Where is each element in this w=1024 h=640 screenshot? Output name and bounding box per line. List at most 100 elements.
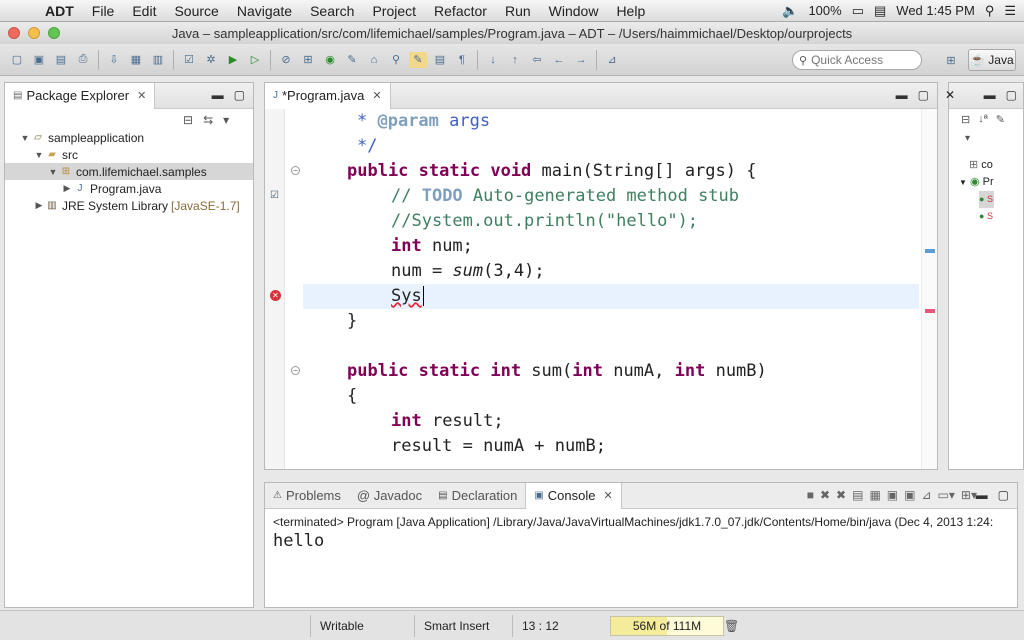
- menu-source[interactable]: Source: [165, 3, 227, 19]
- hide-fields-icon[interactable]: ✎: [996, 113, 1005, 126]
- outline-item-method[interactable]: ● S: [979, 208, 994, 225]
- clear-console-icon[interactable]: ▤: [852, 488, 863, 502]
- minimize-window-button[interactable]: [28, 27, 40, 39]
- new-class-icon[interactable]: ◉: [321, 52, 339, 68]
- maximize-icon[interactable]: ▢: [918, 88, 929, 102]
- tree-item-project[interactable]: ▼ ▱ sampleapplication: [5, 129, 253, 146]
- battery-icon[interactable]: ▭: [852, 3, 864, 19]
- tree-item-jre[interactable]: ▶ ▥ JRE System Library [JavaSE-1.7]: [5, 197, 253, 214]
- expand-twisty-icon[interactable]: ▼: [33, 150, 45, 160]
- checkbox-icon[interactable]: ☑: [180, 52, 198, 68]
- outline-item-class[interactable]: ▼ ◉ Pr: [959, 174, 994, 191]
- close-window-button[interactable]: [8, 27, 20, 39]
- view-menu-icon[interactable]: ▾: [223, 113, 229, 127]
- minimize-icon[interactable]: ▬: [984, 88, 996, 102]
- last-edit-icon[interactable]: ⇦: [528, 52, 546, 68]
- error-marker[interactable]: [925, 309, 935, 313]
- expand-twisty-icon[interactable]: ▼: [47, 167, 59, 177]
- tree-item-src[interactable]: ▼ ▰ src: [5, 146, 253, 163]
- pin-icon[interactable]: ⊿: [603, 52, 621, 68]
- avd-manager-icon[interactable]: ▥: [149, 52, 167, 68]
- tab-program-java[interactable]: J *Program.java ✕: [265, 82, 391, 109]
- debug-icon[interactable]: ✲: [202, 52, 220, 68]
- maximize-icon[interactable]: ▢: [1006, 88, 1017, 102]
- menu-refactor[interactable]: Refactor: [425, 3, 496, 19]
- trash-icon[interactable]: 🗑: [724, 619, 739, 633]
- tree-item-program-java[interactable]: ▶ J Program.java: [5, 180, 253, 197]
- tab-problems[interactable]: ⚠ Problems: [265, 483, 349, 509]
- new-package-icon[interactable]: ⊞: [299, 52, 317, 68]
- terminate-icon[interactable]: ■: [807, 488, 814, 502]
- close-icon[interactable]: ✕: [604, 489, 613, 502]
- close-icon[interactable]: ✕: [372, 89, 381, 102]
- flag-icon[interactable]: ▤: [874, 3, 886, 19]
- skip-breakpoints-icon[interactable]: ⊘: [277, 52, 295, 68]
- scroll-lock-icon[interactable]: ▦: [869, 488, 880, 502]
- menu-clock[interactable]: Wed 1:45 PM: [896, 3, 975, 18]
- download-icon[interactable]: ⇩: [105, 52, 123, 68]
- close-icon[interactable]: ✕: [945, 88, 955, 102]
- open-type-icon[interactable]: ✎: [343, 52, 361, 68]
- collapse-twisty-icon[interactable]: ▼: [959, 178, 967, 187]
- menu-project[interactable]: Project: [363, 3, 425, 19]
- pin-console-icon[interactable]: ⊿: [921, 488, 931, 502]
- forward-icon[interactable]: →: [572, 52, 590, 68]
- display-console-icon[interactable]: ▭▾: [938, 488, 955, 502]
- toggle-block-icon[interactable]: ▤: [431, 52, 449, 68]
- remove-launch-icon[interactable]: ✖: [820, 488, 830, 502]
- back-icon[interactable]: ←: [550, 52, 568, 68]
- tab-javadoc[interactable]: @ Javadoc: [349, 483, 430, 509]
- tab-declaration[interactable]: ▤ Declaration: [430, 483, 525, 509]
- tab-console[interactable]: ▣ Console ✕: [525, 482, 622, 509]
- open-perspective-icon[interactable]: ⊞: [942, 52, 960, 68]
- run-icon[interactable]: ▶: [224, 52, 242, 68]
- tree-item-package[interactable]: ▼ ⊞ com.lifemichael.samples: [5, 163, 253, 180]
- menu-help[interactable]: Help: [607, 3, 654, 19]
- run-external-icon[interactable]: ▷: [246, 52, 264, 68]
- save-icon[interactable]: ▣: [30, 52, 48, 68]
- volume-icon[interactable]: 🔈: [782, 3, 798, 19]
- annotation-marker[interactable]: [925, 249, 935, 253]
- remove-all-icon[interactable]: ✖: [836, 488, 846, 502]
- menu-edit[interactable]: Edit: [123, 3, 165, 19]
- battery-percent[interactable]: 100%: [808, 3, 841, 18]
- sort-icon[interactable]: ↓ª: [978, 113, 988, 126]
- sdk-manager-icon[interactable]: ▦: [127, 52, 145, 68]
- menu-file[interactable]: File: [83, 3, 124, 19]
- minimize-icon[interactable]: ▬: [896, 88, 908, 102]
- zoom-window-button[interactable]: [48, 27, 60, 39]
- minimize-icon[interactable]: ▬: [212, 88, 224, 102]
- expand-twisty-icon[interactable]: ▶: [61, 183, 73, 194]
- open-console-icon[interactable]: ⊞▾: [961, 488, 977, 502]
- menu-search[interactable]: Search: [301, 3, 363, 19]
- spotlight-icon[interactable]: ⚲: [985, 3, 995, 19]
- show-on-output-icon[interactable]: ▣: [887, 488, 898, 502]
- outline-item-import[interactable]: ⊞ co: [969, 157, 994, 174]
- expand-twisty-icon[interactable]: ▶: [33, 200, 45, 211]
- collapse-all-icon[interactable]: ⊟: [961, 113, 970, 126]
- maximize-icon[interactable]: ▢: [234, 88, 245, 102]
- menu-app[interactable]: ADT: [36, 3, 83, 19]
- error-icon[interactable]: ✕: [270, 290, 281, 301]
- search-icon[interactable]: ⚲: [387, 52, 405, 68]
- view-menu-icon[interactable]: ▾: [965, 133, 970, 144]
- quick-access-field[interactable]: ⚲ Quick Access: [792, 50, 922, 70]
- new-icon[interactable]: ▢: [8, 52, 26, 68]
- close-icon[interactable]: ✕: [137, 89, 146, 102]
- minimize-icon[interactable]: ▬: [976, 488, 988, 502]
- outline-item-method[interactable]: ● S: [979, 191, 994, 208]
- menu-navigate[interactable]: Navigate: [228, 3, 301, 19]
- collapse-all-icon[interactable]: ⊟: [183, 113, 193, 127]
- menu-window[interactable]: Window: [540, 3, 608, 19]
- notification-center-icon[interactable]: ☰: [1004, 3, 1016, 19]
- java-perspective-button[interactable]: ☕ Java: [968, 49, 1016, 71]
- heap-status[interactable]: 56M of 111M: [610, 616, 724, 636]
- maximize-icon[interactable]: ▢: [998, 488, 1009, 502]
- expand-twisty-icon[interactable]: ▼: [19, 133, 31, 143]
- toggle-mark-icon[interactable]: ✎: [409, 51, 427, 68]
- save-all-icon[interactable]: ▤: [52, 52, 70, 68]
- menu-run[interactable]: Run: [496, 3, 540, 19]
- open-task-icon[interactable]: ⌂: [365, 52, 383, 68]
- prev-annotation-icon[interactable]: ↑: [506, 52, 524, 68]
- show-on-error-icon[interactable]: ▣: [904, 488, 915, 502]
